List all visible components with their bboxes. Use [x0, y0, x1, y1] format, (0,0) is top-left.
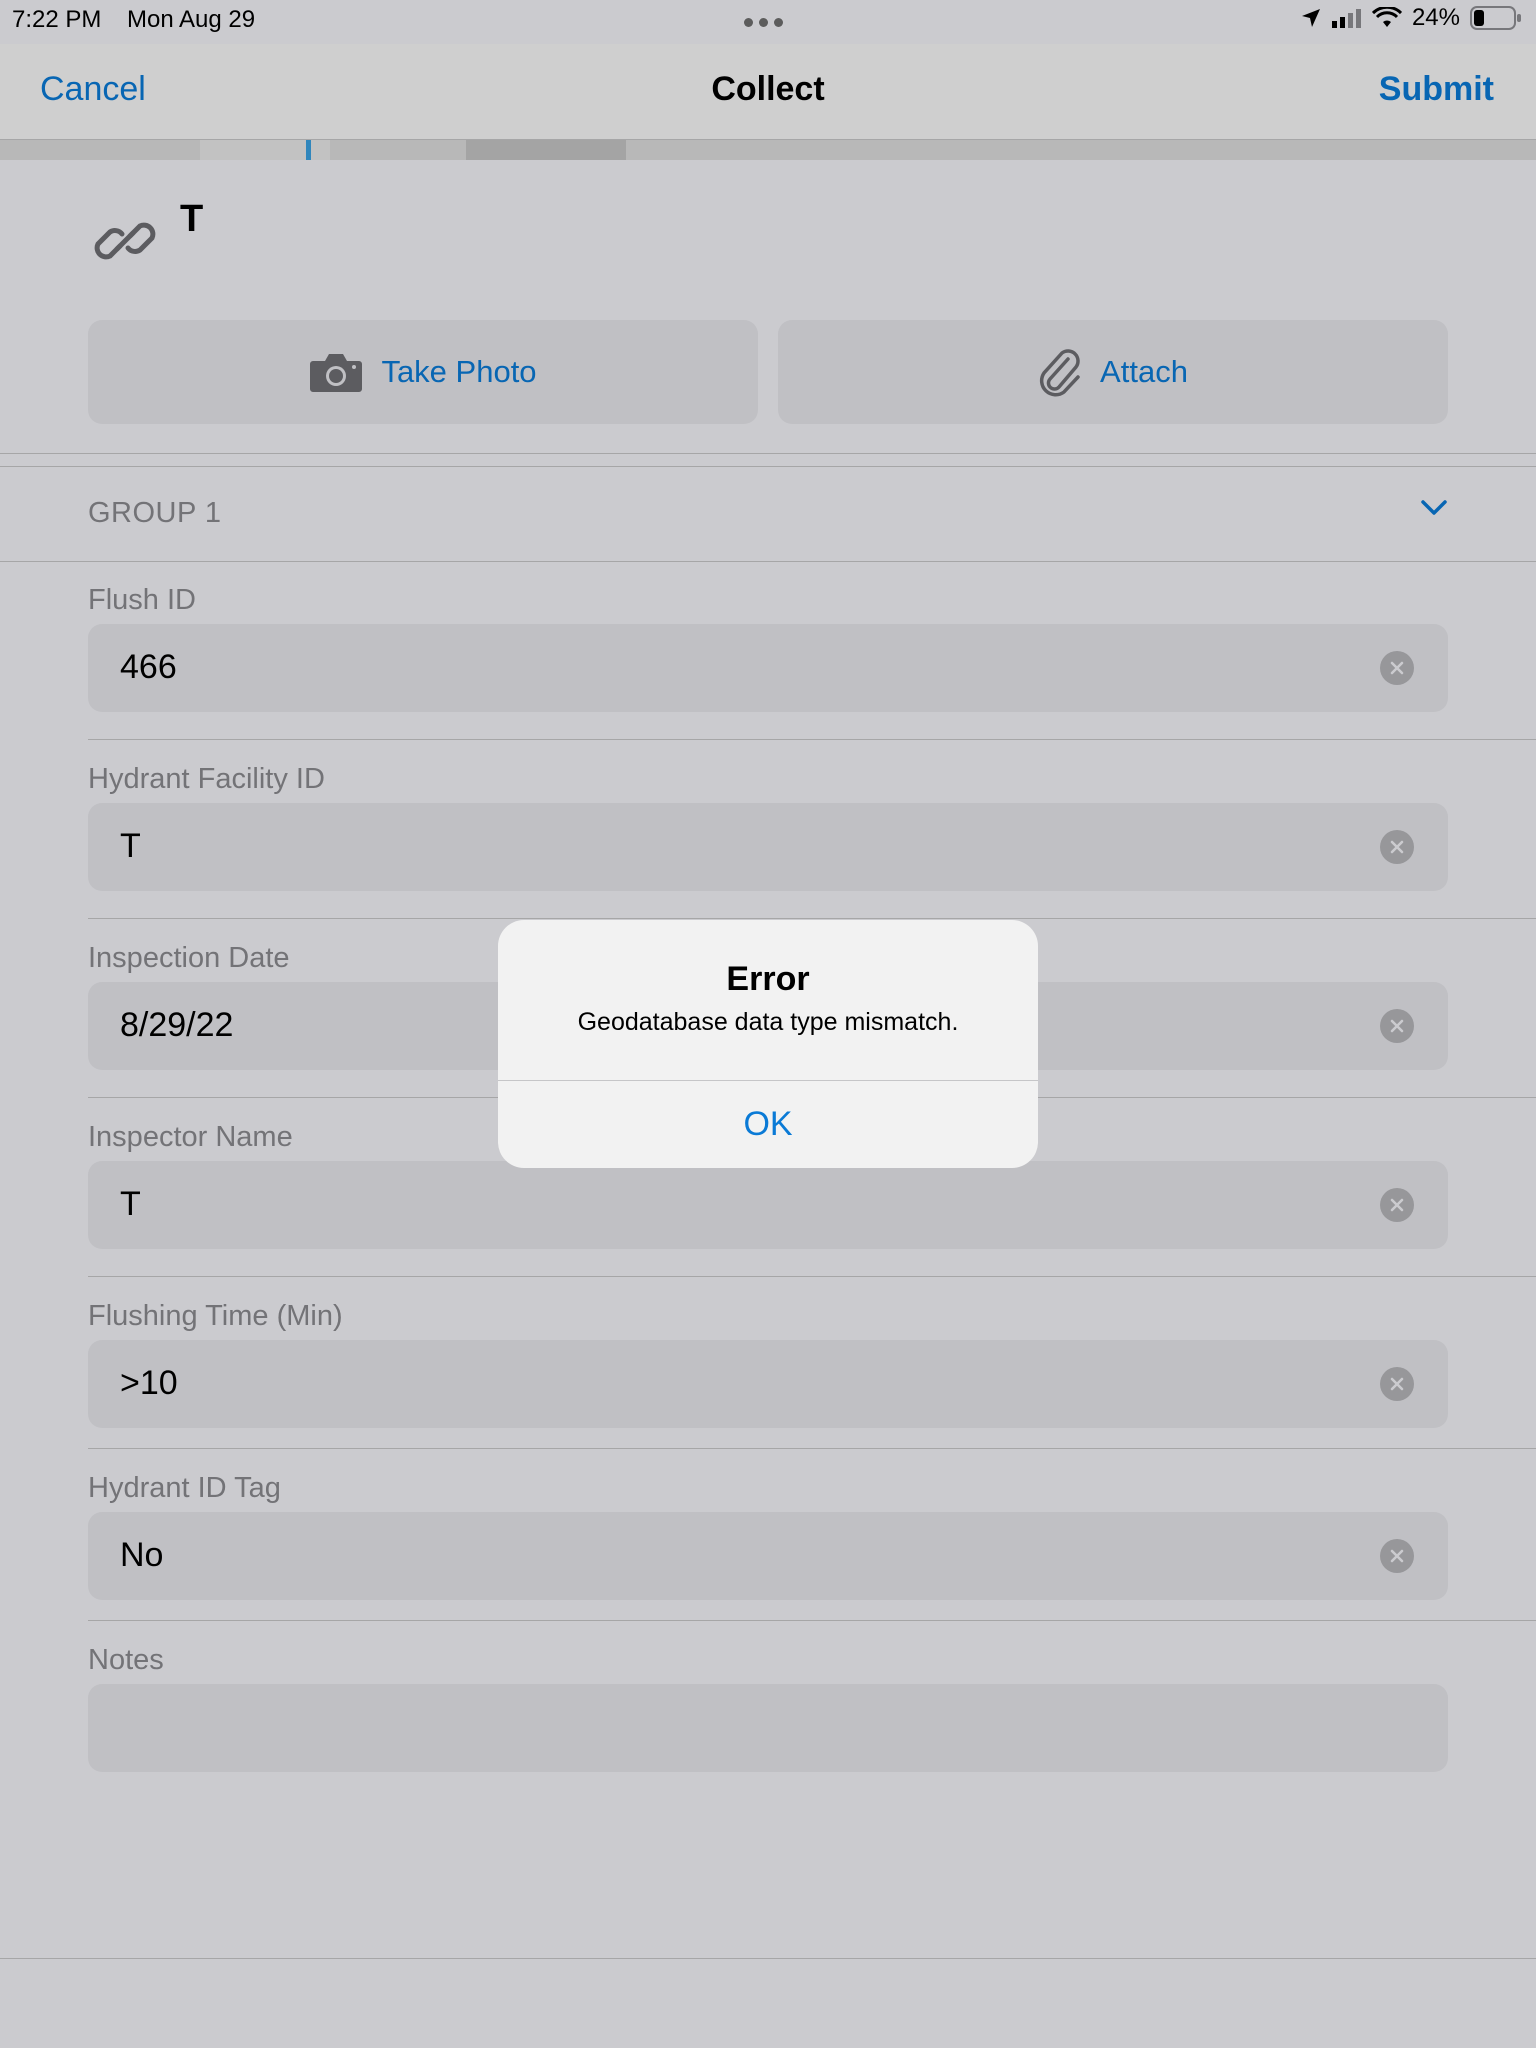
alert-title: Error — [726, 960, 810, 998]
ok-button[interactable]: OK — [498, 1080, 1038, 1168]
alert-message: Geodatabase data type mismatch. — [577, 1008, 959, 1036]
error-alert: Error Geodatabase data type mismatch. OK — [498, 920, 1038, 1168]
